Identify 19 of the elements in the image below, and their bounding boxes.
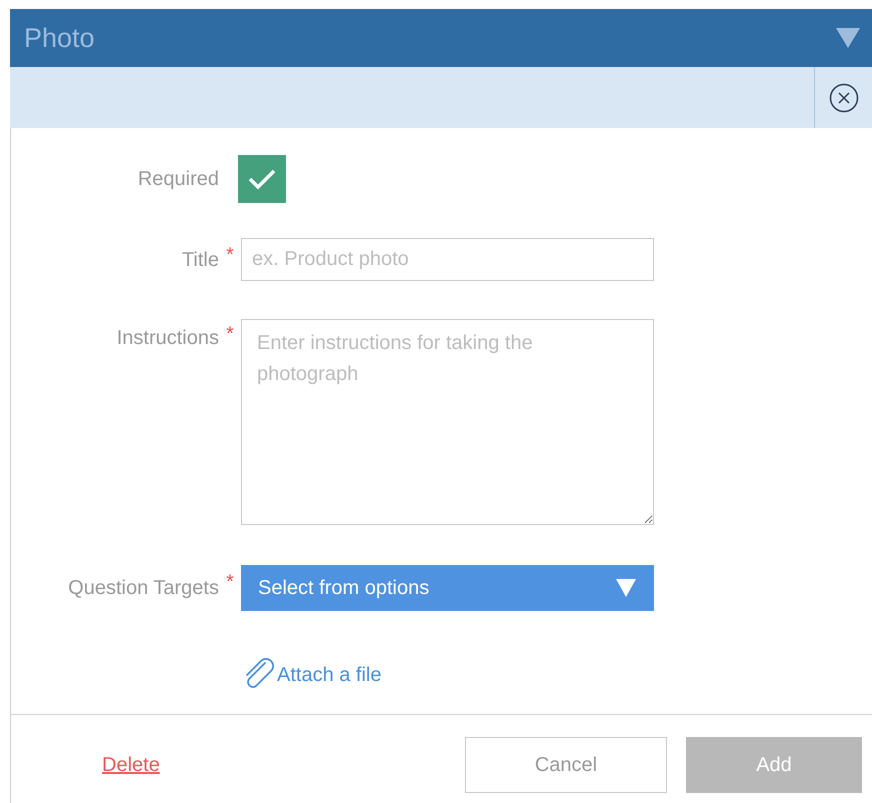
caret-icon bbox=[616, 579, 636, 597]
collapse-caret-icon[interactable] bbox=[836, 28, 860, 48]
field-label: Title bbox=[182, 248, 219, 272]
panel-title: Photo bbox=[24, 22, 95, 55]
field-label: Instructions bbox=[116, 326, 219, 351]
checkmark-icon bbox=[248, 168, 276, 190]
field-label: Question Targets bbox=[68, 576, 219, 601]
required-asterisk: * bbox=[226, 322, 234, 347]
required-checkbox[interactable] bbox=[238, 155, 286, 203]
required-asterisk: * bbox=[226, 243, 234, 268]
close-icon[interactable] bbox=[828, 82, 858, 112]
title-input[interactable]: ex. Product photo bbox=[241, 238, 654, 281]
instructions-textarea[interactable]: Enter instructions for taking the photograph bbox=[241, 319, 654, 525]
required-asterisk: * bbox=[226, 570, 234, 595]
cancel-button[interactable]: Cancel bbox=[465, 737, 667, 793]
attach-file-link[interactable]: Attach a file bbox=[241, 657, 382, 693]
delete-link[interactable]: Delete bbox=[102, 754, 160, 776]
options-dropdown[interactable]: Select from options bbox=[241, 565, 654, 611]
required-label: Required bbox=[138, 167, 219, 192]
